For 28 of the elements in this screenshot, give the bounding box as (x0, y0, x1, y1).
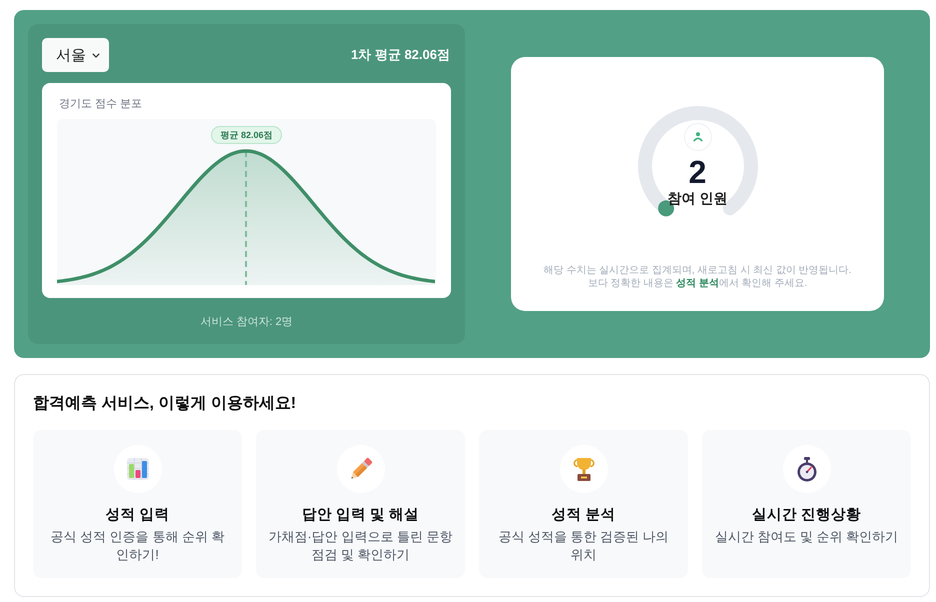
mean-badge: 평균 82.06점 (211, 126, 282, 144)
card-title: 실시간 진행상황 (752, 506, 862, 525)
card-title: 성적 분석 (551, 506, 616, 525)
guide-title: 합격예측 서비스, 이렇게 이용하세요! (33, 394, 298, 414)
chart-title: 경기도 점수 분포 (59, 98, 142, 110)
service-card[interactable]: 답안 입력 및 해설 가채점·답안 입력으로 틀린 문항 점검 및 확인하기 (256, 430, 465, 578)
count-label: 참여 인원 (668, 189, 728, 207)
average-score: 1차 평균 82.06점 (350, 46, 450, 64)
card-description: 공식 성적 인증을 통해 순위 확인하기! (49, 528, 226, 564)
trophy-icon (560, 445, 608, 493)
info-note: 보다 정확한 내용은 성적 분석에서 확인해 주세요. (588, 277, 808, 290)
service-card[interactable]: 성적 입력 공식 성적 인증을 통해 순위 확인하기! (33, 430, 242, 578)
chevron-down-icon (92, 52, 100, 58)
service-card[interactable]: 실시간 진행상황 실시간 참여도 및 순위 확인하기 (702, 430, 911, 578)
info-note: 해당 수치는 실시간으로 집계되며, 새로고침 시 최신 값이 반영됩니다. (544, 264, 852, 277)
pencil-icon (336, 445, 384, 493)
card-description: 실시간 참여도 및 순위 확인하기 (714, 528, 898, 546)
person-icon (684, 123, 712, 151)
card-title: 성적 입력 (105, 506, 170, 525)
service-card[interactable]: 성적 분석 공식 성적을 통한 검증된 나의 위치 (479, 430, 688, 578)
card-description: 공식 성적을 통한 검증된 나의 위치 (497, 528, 670, 564)
card-description: 가채점·답안 입력으로 틀린 문항 점검 및 확인하기 (268, 528, 453, 564)
card-title: 답안 입력 및 해설 (302, 506, 420, 525)
region-select[interactable]: 서울 (42, 38, 109, 72)
participant-count: 2 (688, 155, 706, 189)
participants-footer: 서비스 참여자: 2명 (200, 314, 293, 328)
bar-chart-icon (114, 445, 162, 493)
stopwatch-icon (782, 445, 830, 493)
